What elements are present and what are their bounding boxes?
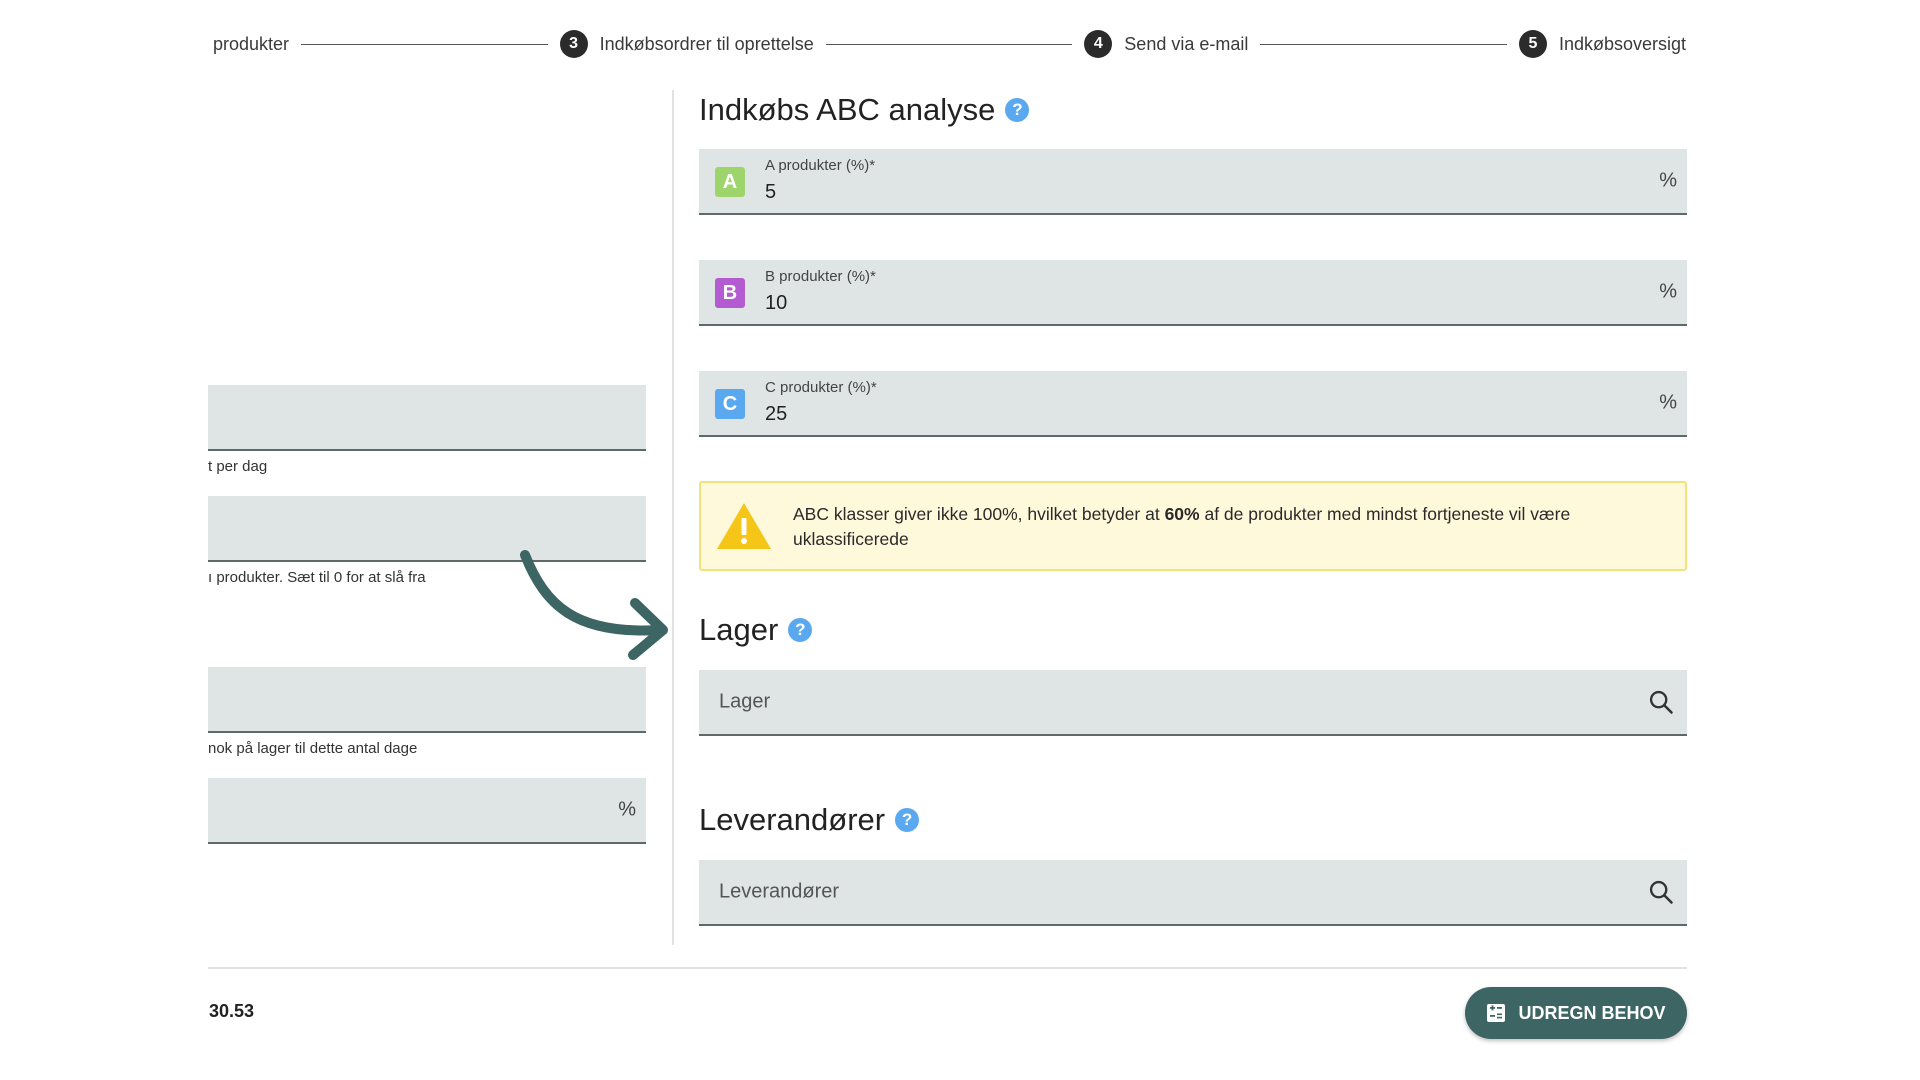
a-products-label: A produkter (%)* [765, 157, 876, 174]
stepper: produkter 3 Indkøbsordrer til oprettelse… [213, 30, 1686, 58]
calculate-need-label: UDREGN BEHOV [1518, 1002, 1666, 1023]
a-products-value[interactable]: 5 [765, 181, 776, 204]
step-produkter[interactable]: produkter [213, 34, 289, 55]
search-icon[interactable] [1647, 878, 1675, 906]
step-number: 5 [1518, 30, 1547, 58]
abc-section-title: Indkøbs ABC analyse ? [699, 92, 1030, 128]
warning-text-pre: ABC klasser giver ikke 100%, hvilket bet… [793, 504, 1165, 524]
percent-suffix: % [1659, 391, 1677, 414]
b-badge-icon: B [715, 278, 745, 308]
percent-suffix: % [1659, 280, 1677, 303]
warning-text-bold: 60% [1164, 504, 1200, 524]
c-badge-icon: C [715, 389, 745, 419]
left-input-1-help: t per dag [208, 458, 268, 475]
help-icon[interactable]: ? [895, 808, 920, 832]
percent-suffix: % [1659, 169, 1677, 192]
help-icon[interactable]: ? [1005, 98, 1030, 122]
b-products-value[interactable]: 10 [765, 292, 787, 315]
lager-search-placeholder: Lager [719, 690, 771, 713]
warning-icon [717, 503, 771, 549]
lager-title-text: Lager [699, 612, 779, 647]
leverandorer-section-title: Leverandører ? [699, 802, 920, 838]
c-products-field[interactable]: C C produkter (%)* 25 % [699, 371, 1687, 437]
left-input-4[interactable]: % [208, 778, 646, 844]
column-divider [672, 90, 674, 945]
help-icon[interactable]: ? [788, 618, 813, 642]
calculator-icon [1487, 1004, 1506, 1022]
left-input-3-help: nok på lager til dette antal dage [208, 740, 418, 757]
step-number: 4 [1084, 30, 1113, 58]
step-indkobsoversigt[interactable]: 5 Indkøbsoversigt [1518, 30, 1686, 58]
b-products-field[interactable]: B B produkter (%)* 10 % [699, 260, 1687, 326]
step-label: Indkøbsordrer til oprettelse [599, 33, 814, 54]
calculate-need-button[interactable]: UDREGN BEHOV [1465, 987, 1687, 1039]
step-connector [825, 43, 1073, 45]
abc-warning: ABC klasser giver ikke 100%, hvilket bet… [699, 481, 1687, 571]
search-icon[interactable] [1647, 688, 1675, 716]
c-products-label: C produkter (%)* [765, 379, 877, 396]
left-input-2-help: ı produkter. Sæt til 0 for at slå fra [208, 569, 426, 586]
footer-total: 30.53 [209, 1001, 255, 1021]
lager-search-field[interactable]: Lager [699, 670, 1687, 736]
left-input-1[interactable] [208, 385, 646, 451]
step-label: Send via e-mail [1124, 33, 1249, 54]
step-send-email[interactable]: 4 Send via e-mail [1084, 30, 1248, 58]
curved-arrow-icon [520, 550, 668, 660]
left-input-3[interactable] [208, 667, 646, 733]
step-indkobsordrer[interactable]: 3 Indkøbsordrer til oprettelse [559, 30, 814, 58]
leverandorer-search-placeholder: Leverandører [719, 880, 840, 903]
step-label: Indkøbsoversigt [1558, 33, 1686, 54]
b-products-label: B produkter (%)* [765, 268, 876, 285]
leverandorer-search-field[interactable]: Leverandører [699, 860, 1687, 926]
step-label: produkter [213, 33, 290, 54]
lager-section-title: Lager ? [699, 612, 813, 648]
warning-text: ABC klasser giver ikke 100%, hvilket bet… [793, 502, 1665, 552]
a-badge-icon: A [715, 167, 745, 197]
a-products-field[interactable]: A A produkter (%)* 5 % [699, 149, 1687, 215]
leverandorer-title-text: Leverandører [699, 802, 886, 837]
step-connector [301, 43, 548, 45]
footer-divider [208, 967, 1687, 969]
c-products-value[interactable]: 25 [765, 403, 787, 426]
step-number: 3 [559, 30, 588, 58]
step-connector [1260, 43, 1507, 45]
percent-suffix: % [618, 798, 636, 821]
abc-title-text: Indkøbs ABC analyse [699, 92, 996, 127]
